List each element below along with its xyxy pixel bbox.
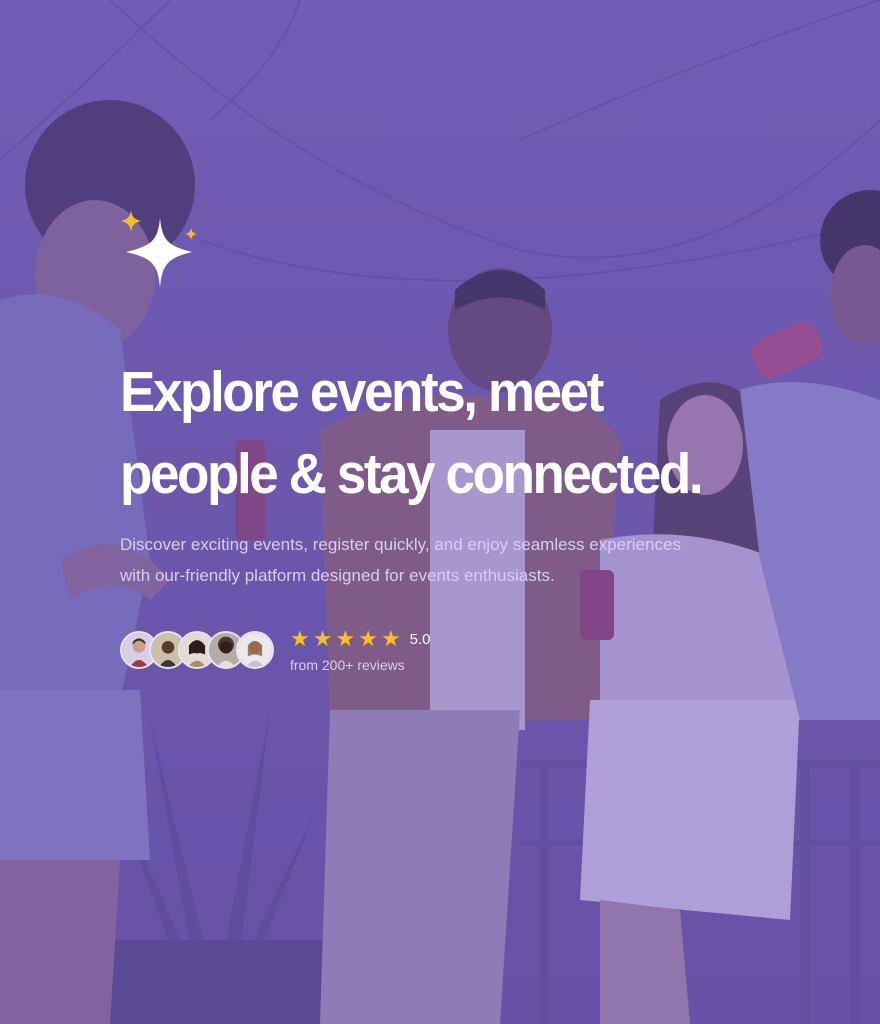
star-icon: ★: [312, 626, 333, 651]
stars-row: ★ ★ ★ ★ ★ 5.0: [290, 627, 431, 651]
social-proof: ★ ★ ★ ★ ★ 5.0 from 200+ reviews: [120, 627, 820, 673]
rating-block: ★ ★ ★ ★ ★ 5.0 from 200+ reviews: [290, 627, 431, 674]
subtext-line-1: Discover exciting events, register quick…: [120, 535, 681, 554]
hero-subtext: Discover exciting events, register quick…: [120, 529, 770, 591]
rating-score: 5.0: [409, 630, 431, 648]
sparkle-icon: [121, 210, 197, 288]
subtext-line-2: with our-friendly platform designed for …: [120, 566, 555, 585]
star-icon: ★: [380, 626, 401, 651]
hero-content: Explore events, meet people & stay conne…: [120, 210, 820, 673]
avatar-stack: [120, 631, 274, 669]
review-count: from 200+ reviews: [290, 657, 405, 673]
star-icon: ★: [335, 626, 356, 651]
hero-headline: Explore events, meet people & stay conne…: [120, 351, 771, 515]
star-icon: ★: [290, 626, 310, 651]
headline-line-2: people & stay connected.: [120, 442, 704, 506]
hero-section: Explore events, meet people & stay conne…: [0, 0, 880, 1024]
star-icon: ★: [358, 626, 378, 651]
headline-line-1: Explore events, meet: [120, 360, 604, 424]
avatar: [236, 631, 274, 669]
